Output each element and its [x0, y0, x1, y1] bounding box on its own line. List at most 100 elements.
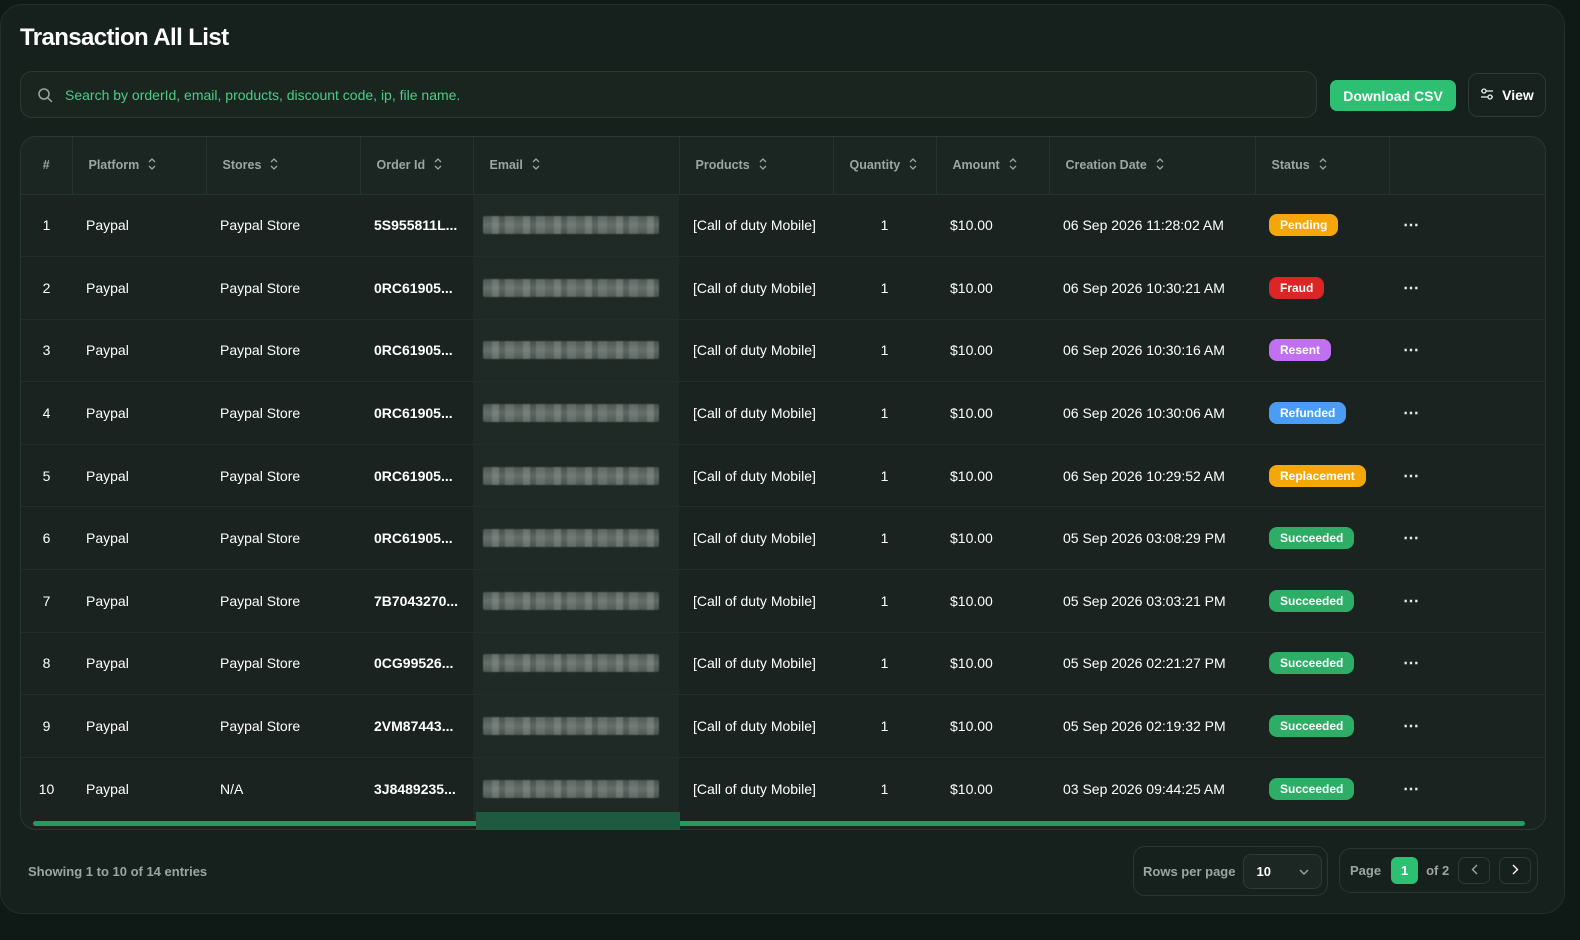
- actions-cell: ⋯: [1389, 319, 1545, 383]
- actions-cell: ⋯: [1389, 506, 1545, 571]
- platform-cell: Paypal: [72, 569, 206, 633]
- column-header-status[interactable]: Status: [1255, 137, 1390, 195]
- store-cell: Paypal Store: [206, 381, 360, 445]
- current-page[interactable]: 1: [1391, 857, 1419, 884]
- table-row[interactable]: 9 Paypal Paypal Store 2VM87443... [Call of d…: [21, 694, 1545, 758]
- status-badge: Resent: [1269, 339, 1332, 362]
- actions-cell: ⋯: [1389, 194, 1545, 258]
- page-title: Transaction All List: [20, 24, 229, 51]
- previous-page-button[interactable]: [1458, 857, 1491, 884]
- product-cell: [Call of duty Mobile]: [679, 569, 833, 633]
- sort-icon[interactable]: [1008, 157, 1018, 174]
- column-header-index: #: [21, 137, 73, 195]
- status-badge: Succeeded: [1269, 715, 1355, 738]
- sort-icon[interactable]: [758, 157, 768, 174]
- column-header-email[interactable]: Email: [473, 137, 680, 195]
- table-row[interactable]: 8 Paypal Paypal Store 0CG99526... [Call of d…: [21, 632, 1545, 696]
- order-id-cell[interactable]: 3J8489235...: [360, 757, 473, 820]
- order-id-cell[interactable]: 0RC61905...: [360, 506, 473, 571]
- more-horizontal-icon[interactable]: ⋯: [1403, 280, 1420, 297]
- download-csv-button[interactable]: Download CSV: [1330, 80, 1456, 111]
- sort-icon[interactable]: [269, 157, 279, 174]
- quantity-cell: 1: [833, 506, 936, 571]
- table-row[interactable]: 7 Paypal Paypal Store 7B7043270... [Call of …: [21, 569, 1545, 633]
- rows-per-page-select[interactable]: 10: [1243, 853, 1323, 889]
- table-row[interactable]: 1 Paypal Paypal Store 5S955811L... [Call of …: [21, 194, 1545, 258]
- status-badge: Pending: [1269, 214, 1339, 237]
- email-cell: [473, 194, 679, 258]
- quantity-cell: 1: [833, 569, 936, 633]
- quantity-cell: 1: [833, 632, 936, 696]
- order-id-cell[interactable]: 0RC61905...: [360, 319, 473, 383]
- amount-cell: $10.00: [936, 569, 1049, 633]
- platform-cell: Paypal: [72, 632, 206, 696]
- sort-icon[interactable]: [908, 157, 918, 174]
- creation-date-cell: 05 Sep 2026 02:21:27 PM: [1049, 632, 1255, 696]
- more-horizontal-icon[interactable]: ⋯: [1403, 530, 1420, 547]
- sort-icon[interactable]: [147, 157, 157, 174]
- email-cell: [473, 694, 679, 758]
- search-input[interactable]: Search by orderId, email, products, disc…: [20, 71, 1317, 118]
- column-header-stores[interactable]: Stores: [206, 137, 361, 195]
- order-id-cell[interactable]: 2VM87443...: [360, 694, 473, 758]
- actions-cell: ⋯: [1389, 757, 1545, 820]
- order-id-cell[interactable]: 0RC61905...: [360, 381, 473, 445]
- column-header-amount[interactable]: Amount: [936, 137, 1050, 195]
- table-row[interactable]: 3 Paypal Paypal Store 0RC61905... [Call of d…: [21, 319, 1545, 383]
- more-horizontal-icon[interactable]: ⋯: [1403, 405, 1420, 422]
- sort-icon[interactable]: [1155, 157, 1165, 174]
- email-cell: [473, 632, 679, 696]
- chevron-left-icon: [1471, 862, 1478, 880]
- order-id-cell[interactable]: 0RC61905...: [360, 444, 473, 508]
- table-row[interactable]: 6 Paypal Paypal Store 0RC61905... [Call of d…: [21, 506, 1545, 571]
- row-index: 4: [21, 381, 72, 445]
- amount-cell: $10.00: [936, 319, 1049, 383]
- product-cell: [Call of duty Mobile]: [679, 194, 833, 258]
- status-badge: Succeeded: [1269, 777, 1355, 800]
- product-cell: [Call of duty Mobile]: [679, 506, 833, 571]
- column-header-order-id[interactable]: Order Id: [360, 137, 474, 195]
- column-header-quantity[interactable]: Quantity: [833, 137, 937, 195]
- actions-cell: ⋯: [1389, 632, 1545, 696]
- email-cell: [473, 569, 679, 633]
- more-horizontal-icon[interactable]: ⋯: [1403, 655, 1420, 672]
- status-cell: Succeeded: [1255, 632, 1389, 696]
- table-row[interactable]: 5 Paypal Paypal Store 0RC61905... [Call of d…: [21, 444, 1545, 508]
- order-id-cell[interactable]: 5S955811L...: [360, 194, 473, 258]
- next-page-button[interactable]: [1499, 857, 1532, 884]
- store-cell: Paypal Store: [206, 194, 360, 258]
- status-cell: Succeeded: [1255, 694, 1389, 758]
- amount-cell: $10.00: [936, 632, 1049, 696]
- column-header-creation-date[interactable]: Creation Date: [1049, 137, 1256, 195]
- status-cell: Fraud: [1255, 256, 1389, 320]
- view-button[interactable]: View: [1468, 73, 1546, 117]
- more-horizontal-icon[interactable]: ⋯: [1403, 593, 1420, 610]
- redacted-email: [483, 216, 659, 235]
- table-row[interactable]: 10 Paypal N/A 3J8489235... [Call of duty Mob…: [21, 757, 1545, 820]
- column-header-platform[interactable]: Platform: [72, 137, 207, 195]
- more-horizontal-icon[interactable]: ⋯: [1403, 217, 1420, 234]
- more-horizontal-icon[interactable]: ⋯: [1403, 468, 1420, 485]
- more-horizontal-icon[interactable]: ⋯: [1403, 781, 1420, 798]
- horizontal-scrollbar[interactable]: [33, 821, 1525, 826]
- more-horizontal-icon[interactable]: ⋯: [1403, 718, 1420, 735]
- search-icon: [37, 87, 53, 103]
- table-row[interactable]: 2 Paypal Paypal Store 0RC61905... [Call of d…: [21, 256, 1545, 320]
- table-row[interactable]: 4 Paypal Paypal Store 0RC61905... [Call of d…: [21, 381, 1545, 445]
- sort-icon[interactable]: [433, 157, 443, 174]
- order-id-cell[interactable]: 7B7043270...: [360, 569, 473, 633]
- redacted-email: [483, 278, 659, 297]
- order-id-cell[interactable]: 0RC61905...: [360, 256, 473, 320]
- column-header-products[interactable]: Products: [679, 137, 834, 195]
- sort-icon[interactable]: [531, 157, 541, 174]
- amount-cell: $10.00: [936, 444, 1049, 508]
- redacted-email: [483, 466, 659, 485]
- amount-cell: $10.00: [936, 506, 1049, 571]
- sort-icon[interactable]: [1318, 157, 1328, 174]
- creation-date-cell: 06 Sep 2026 10:30:16 AM: [1049, 319, 1255, 383]
- platform-cell: Paypal: [86, 780, 129, 797]
- creation-date-cell: 03 Sep 2026 09:44:25 AM: [1063, 780, 1225, 797]
- more-horizontal-icon[interactable]: ⋯: [1403, 342, 1420, 359]
- order-id-cell[interactable]: 0CG99526...: [360, 632, 473, 696]
- view-button-label: View: [1502, 87, 1534, 103]
